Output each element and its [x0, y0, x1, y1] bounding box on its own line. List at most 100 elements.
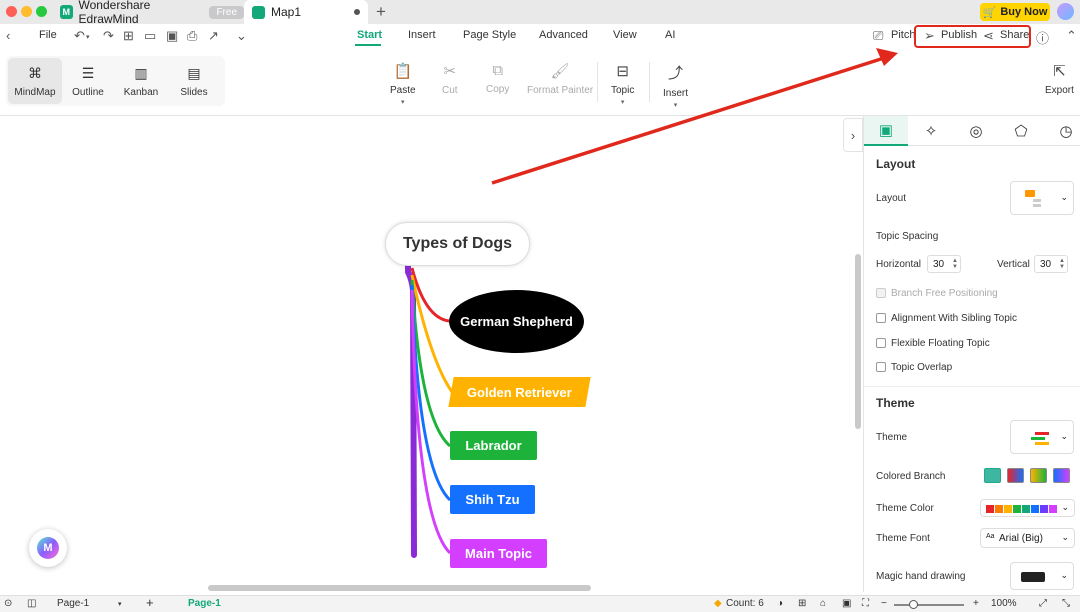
- view-mindmap-button[interactable]: ⌘ MindMap: [8, 58, 62, 104]
- mindmap-canvas[interactable]: [0, 116, 862, 592]
- sidebar-toggle-icon[interactable]: ◫: [27, 598, 36, 609]
- ai-logo-icon: M: [37, 537, 59, 559]
- stepper-icon[interactable]: ▲ ▼: [1059, 258, 1065, 270]
- alignment-sibling-checkbox[interactable]: [876, 313, 886, 323]
- root-topic[interactable]: Types of Dogs: [385, 222, 530, 266]
- minimize-window-button[interactable]: [21, 6, 32, 17]
- save-icon[interactable]: ▣: [166, 28, 178, 44]
- theme-color-swatches: [986, 505, 1057, 513]
- scissors-icon: ✂: [443, 63, 457, 80]
- page-selector[interactable]: Page-1: [57, 598, 89, 609]
- horizontal-scrollbar[interactable]: [208, 585, 591, 591]
- buy-now-button[interactable]: 🛒 Buy Now: [980, 3, 1050, 21]
- view-slides-button[interactable]: ▤ Slides: [167, 58, 221, 104]
- theme-color-select[interactable]: ⌄: [980, 499, 1075, 517]
- pitch-icon[interactable]: ⎚: [873, 28, 883, 44]
- colored-branch-option-1[interactable]: [984, 468, 1001, 483]
- pitch-button[interactable]: Pitch: [891, 29, 915, 41]
- tab-insert[interactable]: Insert: [408, 29, 436, 41]
- new-file-icon[interactable]: ⊞: [123, 28, 134, 44]
- tab-style[interactable]: ▣: [864, 116, 908, 146]
- view-kanban-button[interactable]: ▥ Kanban: [114, 58, 168, 104]
- stepper-icon[interactable]: ▲ ▼: [952, 258, 958, 270]
- format-painter-button[interactable]: 🖌 Format Painter: [527, 62, 593, 96]
- more-icon[interactable]: ⌄: [236, 28, 247, 44]
- colored-branch-option-2[interactable]: [1007, 468, 1024, 483]
- tab-advanced[interactable]: Advanced: [539, 29, 588, 41]
- presentation-icon[interactable]: ⌂: [820, 598, 826, 609]
- app-home-tab[interactable]: M Wondershare EdrawMind Free: [52, 0, 244, 26]
- tab-history[interactable]: ◷: [1044, 116, 1080, 146]
- redo-icon[interactable]: ↷: [103, 28, 114, 44]
- theme-color-swatch: [1049, 505, 1057, 513]
- colored-branch-option-3[interactable]: [1030, 468, 1047, 483]
- undo-dropdown-icon[interactable]: ▾: [86, 33, 90, 41]
- export-button[interactable]: ⇱ Export: [1045, 62, 1074, 96]
- topic-button[interactable]: ⊟ Topic ▾: [611, 62, 634, 106]
- avatar[interactable]: [1057, 3, 1074, 20]
- collapse-ribbon-icon[interactable]: ⌃: [1066, 28, 1077, 44]
- horizontal-spacing-input[interactable]: 30 ▲ ▼: [927, 255, 961, 273]
- export-share-icon[interactable]: ↗: [208, 28, 219, 44]
- layout-view-icon[interactable]: ⊞: [798, 598, 806, 609]
- add-page-icon[interactable]: +: [146, 595, 154, 610]
- back-icon[interactable]: ‹: [6, 28, 10, 43]
- topic-main-topic[interactable]: Main Topic: [450, 539, 547, 568]
- topic-golden-retriever[interactable]: Golden Retriever: [448, 377, 591, 407]
- topic-overlap-checkbox[interactable]: [876, 362, 886, 372]
- collapse-icon[interactable]: ⤡: [1062, 598, 1070, 609]
- document-tab[interactable]: Map1: [244, 0, 368, 24]
- fit-page-icon[interactable]: ▣: [842, 598, 851, 609]
- tab-ai[interactable]: AI: [665, 29, 675, 41]
- theme-font-select[interactable]: Aa Arial (Big) ⌄: [980, 528, 1075, 548]
- tab-ai-style[interactable]: ✧: [909, 116, 953, 146]
- zoom-level[interactable]: 100%: [991, 598, 1017, 609]
- collapse-panel-button[interactable]: ›: [843, 118, 863, 152]
- topic-german-shepherd[interactable]: German Shepherd: [449, 290, 584, 353]
- vertical-spacing-input[interactable]: 30 ▲ ▼: [1034, 255, 1068, 273]
- vertical-scrollbar[interactable]: [855, 254, 861, 429]
- magic-hand-select[interactable]: ⌄: [1010, 562, 1074, 590]
- fullscreen-icon[interactable]: ⛶: [862, 598, 869, 609]
- active-page-tab[interactable]: Page-1: [188, 598, 221, 609]
- branch-free-positioning-label: Branch Free Positioning: [891, 288, 998, 299]
- close-window-button[interactable]: [6, 6, 17, 17]
- ai-assistant-button[interactable]: M: [29, 529, 67, 567]
- new-tab-icon[interactable]: +: [376, 2, 386, 22]
- colored-branch-option-4[interactable]: [1053, 468, 1070, 483]
- slides-icon: ▤: [187, 64, 201, 81]
- help-icon[interactable]: ⓘ: [1036, 28, 1049, 47]
- insert-button[interactable]: ⤴ Insert ▾: [663, 62, 688, 109]
- tab-page-style[interactable]: Page Style: [463, 29, 516, 41]
- print-icon[interactable]: ⎙: [187, 28, 197, 44]
- tab-clipart[interactable]: ⬠: [999, 116, 1043, 146]
- topic-shih-tzu[interactable]: Shih Tzu: [450, 485, 535, 514]
- zoom-slider-handle[interactable]: [909, 600, 918, 609]
- view-outline-button[interactable]: ☰ Outline: [61, 58, 115, 104]
- tab-view[interactable]: View: [613, 29, 637, 41]
- undo-icon[interactable]: ↶: [74, 28, 85, 44]
- cut-button[interactable]: ✂ Cut: [442, 62, 458, 96]
- tab-start[interactable]: Start: [357, 29, 382, 41]
- maximize-window-button[interactable]: [36, 6, 47, 17]
- file-menu[interactable]: File: [39, 29, 57, 41]
- copy-button[interactable]: ⧉ Copy: [486, 62, 509, 95]
- zoom-out-icon[interactable]: −: [881, 598, 887, 609]
- open-folder-icon[interactable]: ▭: [144, 28, 156, 44]
- expand-icon[interactable]: ⤢: [1039, 598, 1047, 609]
- page-map-icon[interactable]: ⊙: [4, 598, 12, 609]
- layout-select[interactable]: ⌄: [1010, 181, 1074, 215]
- copy-icon: ⧉: [492, 62, 504, 79]
- insert-dropdown-icon: ▾: [673, 102, 678, 109]
- branch-free-positioning-checkbox[interactable]: [876, 288, 886, 298]
- topic-labrador[interactable]: Labrador: [450, 431, 537, 460]
- chevron-down-icon: ⌄: [1060, 431, 1068, 441]
- page-dropdown-icon[interactable]: ▾: [118, 600, 122, 608]
- zoom-slider[interactable]: [894, 600, 964, 609]
- paste-button[interactable]: 📋 Paste ▾: [390, 62, 416, 106]
- tab-mark[interactable]: ◎: [954, 116, 998, 146]
- theme-select[interactable]: ⌄: [1010, 420, 1074, 454]
- flexible-floating-checkbox[interactable]: [876, 338, 886, 348]
- focus-icon[interactable]: ◑: [777, 598, 783, 609]
- zoom-in-icon[interactable]: +: [973, 598, 979, 609]
